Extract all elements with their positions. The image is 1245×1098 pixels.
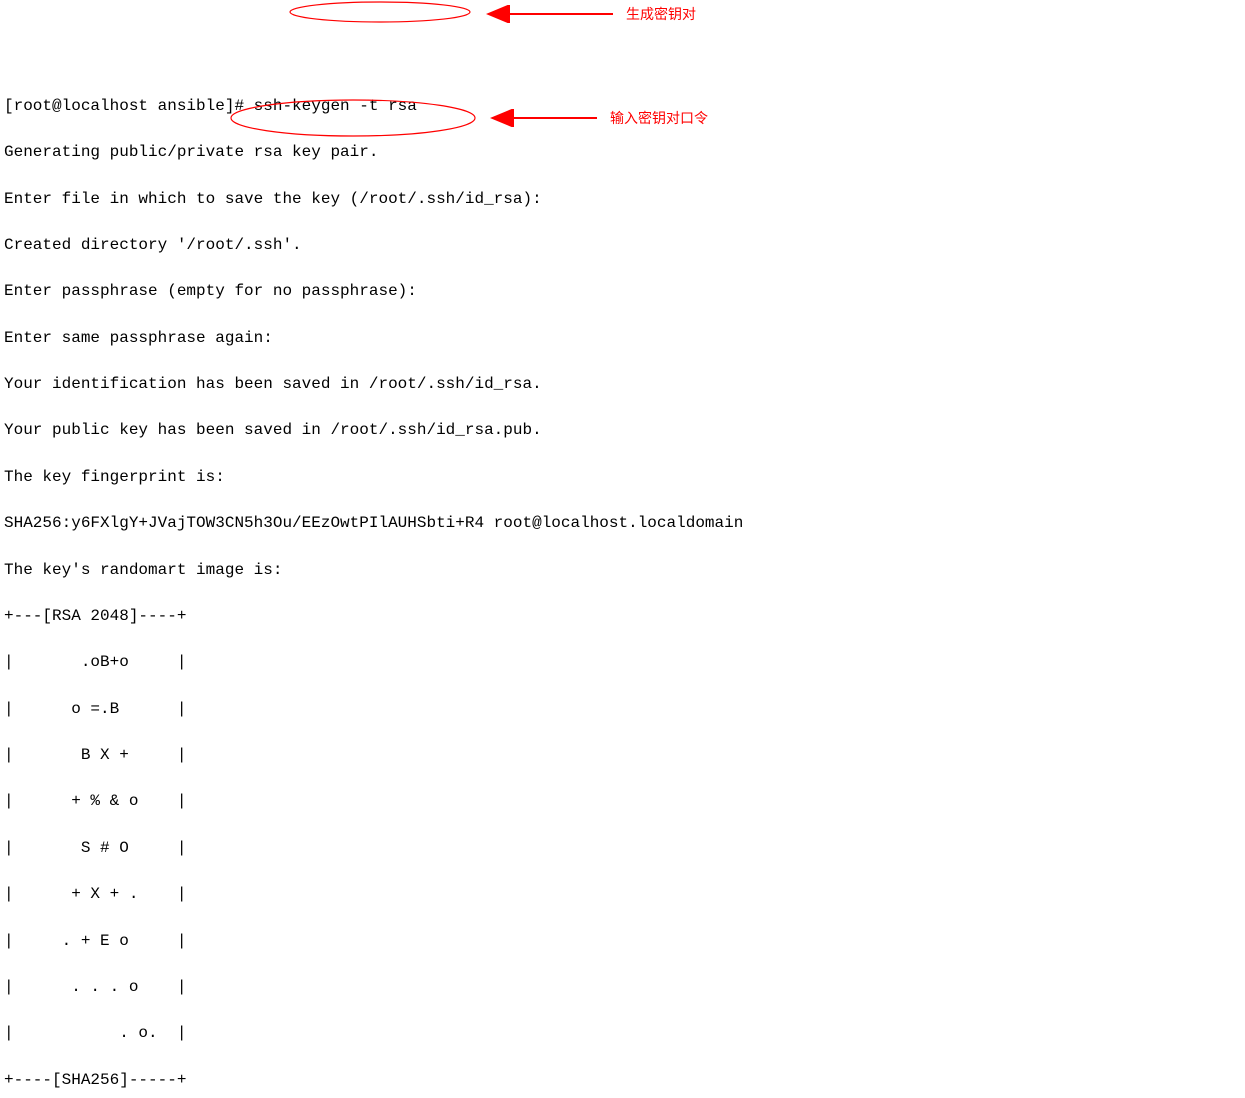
annotation-text-2: 输入密钥对口令: [610, 108, 708, 128]
randomart-line: | . . . o |: [4, 976, 1241, 999]
randomart-line: | . o. |: [4, 1022, 1241, 1045]
prompt-text: [root@localhost ansible]#: [4, 97, 254, 115]
terminal-output-line: Enter same passphrase again:: [4, 327, 1241, 350]
terminal-output-line: The key's randomart image is:: [4, 559, 1241, 582]
terminal-output-line: Generating public/private rsa key pair.: [4, 141, 1241, 164]
randomart-line: | B X + |: [4, 744, 1241, 767]
annotation-text-1: 生成密钥对: [626, 4, 696, 24]
randomart-line: | + % & o |: [4, 790, 1241, 813]
terminal-output-line: Created directory '/root/.ssh'.: [4, 234, 1241, 257]
ellipse-annotation-1: [288, 0, 473, 24]
arrow-icon: [482, 109, 602, 127]
randomart-line: +----[SHA256]-----+: [4, 1069, 1241, 1092]
randomart-line: | o =.B |: [4, 698, 1241, 721]
randomart-line: | S # O |: [4, 837, 1241, 860]
randomart-line: | .oB+o |: [4, 651, 1241, 674]
randomart-line: | + X + . |: [4, 883, 1241, 906]
annotation-1: 生成密钥对: [478, 4, 696, 24]
terminal-output-line: SHA256:y6FXlgY+JVajTOW3CN5h3Ou/EEzOwtPIl…: [4, 512, 1241, 535]
randomart-line: | . + E o |: [4, 930, 1241, 953]
terminal-output-line: Enter passphrase (empty for no passphras…: [4, 280, 1241, 303]
terminal-output-line: Your identification has been saved in /r…: [4, 373, 1241, 396]
arrow-icon: [478, 5, 618, 23]
command-text: ssh-keygen -t rsa: [254, 97, 417, 115]
terminal-output-line: Your public key has been saved in /root/…: [4, 419, 1241, 442]
annotation-2: 输入密钥对口令: [482, 108, 708, 128]
terminal-output-line: The key fingerprint is:: [4, 466, 1241, 489]
terminal-output-line: Enter file in which to save the key (/ro…: [4, 188, 1241, 211]
randomart-line: +---[RSA 2048]----+: [4, 605, 1241, 628]
